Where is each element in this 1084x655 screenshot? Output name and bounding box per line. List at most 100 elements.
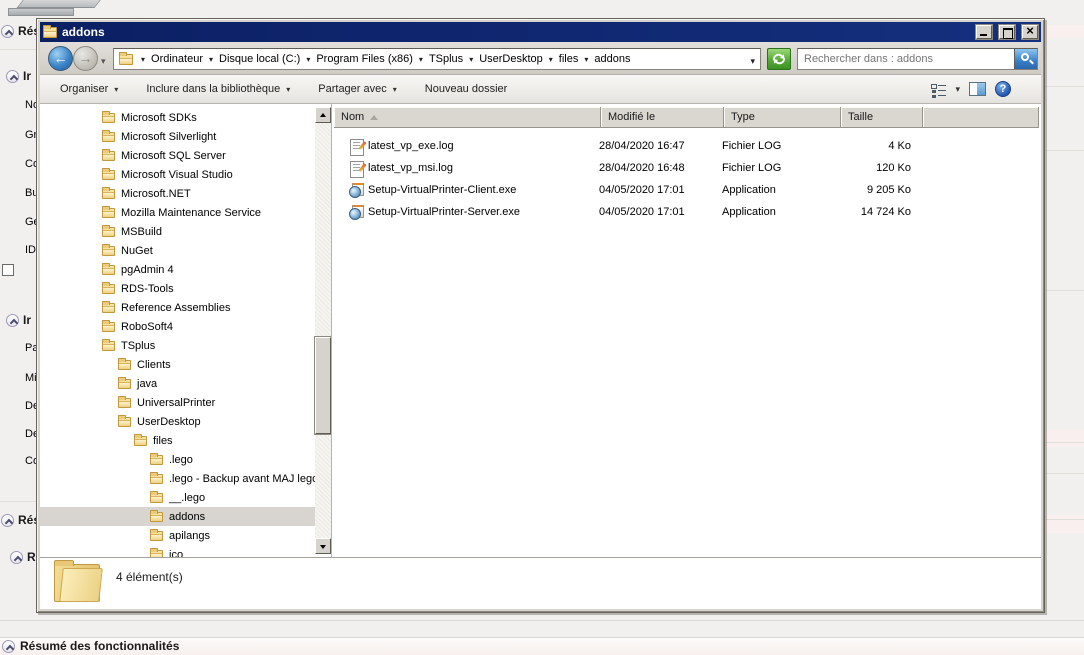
background-section-label: Résumé des fonctionnalités <box>20 639 179 653</box>
file-row[interactable]: latest_vp_exe.log 28/04/2020 16:47 Fichi… <box>334 135 1041 157</box>
tree-item[interactable]: Reference Assemblies <box>40 298 315 317</box>
tree-item[interactable]: MSBuild <box>40 222 315 241</box>
background-divider <box>1046 473 1084 474</box>
folder-icon <box>102 322 115 332</box>
window-titlebar[interactable]: addons <box>40 22 1041 42</box>
column-header[interactable]: Type <box>724 107 841 128</box>
breadcrumb-separator-icon[interactable] <box>203 53 219 65</box>
breadcrumb-segment[interactable]: TSplus <box>413 53 463 65</box>
tree-item[interactable]: files <box>40 431 315 450</box>
checkbox[interactable] <box>2 264 14 276</box>
close-button[interactable] <box>1022 25 1038 39</box>
toolbar-item[interactable]: Nouveau dossier <box>425 83 508 95</box>
file-row[interactable]: Setup-VirtualPrinter-Server.exe 04/05/20… <box>334 201 1041 223</box>
minimize-button[interactable] <box>976 25 992 39</box>
toolbar-item[interactable]: Organiser <box>60 83 118 95</box>
background-label: Co <box>25 455 36 467</box>
breadcrumb-separator-icon[interactable] <box>578 53 594 65</box>
toolbar-item[interactable]: Inclure dans la bibliothèque <box>146 83 290 95</box>
tree-item[interactable]: Microsoft SDKs <box>40 108 315 127</box>
search-input[interactable] <box>798 49 1014 69</box>
scrollbar-thumb[interactable] <box>315 337 331 434</box>
tree-item[interactable]: TSplus <box>40 336 315 355</box>
tree-item[interactable]: Microsoft Silverlight <box>40 127 315 146</box>
sort-ascending-icon <box>370 115 378 120</box>
breadcrumb-separator-icon[interactable] <box>543 53 559 65</box>
tree-item[interactable]: pgAdmin 4 <box>40 260 315 279</box>
background-label: Ir <box>6 69 31 83</box>
column-header[interactable]: Nom <box>334 107 601 128</box>
breadcrumb-segment[interactable]: files <box>543 53 579 65</box>
tree-item[interactable]: __.lego <box>40 488 315 507</box>
breadcrumb-segment[interactable]: Disque local (C:) <box>203 53 300 65</box>
background-divider <box>1046 519 1084 520</box>
recent-locations-dropdown[interactable] <box>101 55 111 63</box>
tree-item[interactable]: .lego - Backup avant MAJ lego ex <box>40 469 315 488</box>
tree-item[interactable]: apilangs <box>40 526 315 545</box>
folder-icon <box>102 341 115 351</box>
breadcrumb-separator-icon[interactable] <box>135 53 151 65</box>
views-dropdown-arrow-icon[interactable] <box>955 83 960 95</box>
navigation-pane: Microsoft SDKs Microsoft Silverlight Mic… <box>40 104 332 557</box>
breadcrumb[interactable]: Ordinateur Disque local (C:) Program Fil… <box>113 48 761 70</box>
file-name: Setup-VirtualPrinter-Server.exe <box>368 206 599 218</box>
maximize-button[interactable] <box>999 25 1015 39</box>
address-dropdown-arrow-icon[interactable] <box>750 56 755 67</box>
change-view-icon[interactable] <box>931 83 946 96</box>
tree-item[interactable]: .lego <box>40 450 315 469</box>
tree-item[interactable]: ico <box>40 545 315 557</box>
back-button[interactable] <box>48 46 73 71</box>
tree-item[interactable]: Microsoft SQL Server <box>40 146 315 165</box>
scroll-up-icon[interactable] <box>315 107 331 123</box>
toolbar-item[interactable]: Partager avec <box>318 83 397 95</box>
tree-item[interactable]: UniversalPrinter <box>40 393 315 412</box>
tree-item[interactable]: UserDesktop <box>40 412 315 431</box>
chevron-up-circle-icon[interactable] <box>6 70 19 83</box>
breadcrumb-segment[interactable]: Program Files (x86) <box>300 53 413 65</box>
file-row[interactable]: Setup-VirtualPrinter-Client.exe 04/05/20… <box>334 179 1041 201</box>
forward-button[interactable] <box>73 46 98 71</box>
chevron-up-circle-icon[interactable] <box>10 551 23 564</box>
scroll-down-icon[interactable] <box>315 538 331 554</box>
tree-item[interactable]: java <box>40 374 315 393</box>
refresh-button[interactable] <box>767 48 791 70</box>
folder-icon <box>102 246 115 256</box>
tree-scrollbar[interactable] <box>315 107 331 554</box>
tree-item[interactable]: RDS-Tools <box>40 279 315 298</box>
address-bar: Ordinateur Disque local (C:) Program Fil… <box>40 42 1041 75</box>
tree-item[interactable]: Microsoft.NET <box>40 184 315 203</box>
chevron-up-circle-icon[interactable] <box>1 514 14 527</box>
help-icon[interactable] <box>995 81 1011 97</box>
breadcrumb-separator-icon[interactable] <box>463 53 479 65</box>
file-modified-date: 04/05/2020 17:01 <box>599 184 722 196</box>
breadcrumb-separator-icon[interactable] <box>300 53 316 65</box>
breadcrumb-segment[interactable]: Ordinateur <box>135 53 203 65</box>
command-bar: Organiser Inclure dans la bibliothèque P… <box>40 75 1041 104</box>
chevron-up-circle-icon[interactable] <box>2 640 15 653</box>
folder-icon <box>118 360 131 370</box>
preview-pane-icon[interactable] <box>969 82 986 96</box>
background-label: Co <box>25 158 36 170</box>
chevron-up-circle-icon[interactable] <box>1 25 14 38</box>
breadcrumb-separator-icon[interactable] <box>413 53 429 65</box>
folder-icon <box>118 417 131 427</box>
tree-item[interactable]: RoboSoft4 <box>40 317 315 336</box>
column-header[interactable]: Taille <box>841 107 923 128</box>
search-button[interactable] <box>1014 49 1037 69</box>
tree-item[interactable]: Microsoft Visual Studio <box>40 165 315 184</box>
tree-item[interactable]: Clients <box>40 355 315 374</box>
column-header[interactable]: Modifié le <box>601 107 724 128</box>
file-size: 14 724 Ko <box>839 206 921 218</box>
log-file-icon <box>349 161 364 176</box>
tree-item[interactable]: addons <box>40 507 315 526</box>
column-header[interactable] <box>923 107 1039 128</box>
chevron-up-circle-icon[interactable] <box>6 314 19 327</box>
tree-item[interactable]: Mozilla Maintenance Service <box>40 203 315 222</box>
breadcrumb-segment[interactable]: UserDesktop <box>463 53 543 65</box>
tree-item[interactable]: NuGet <box>40 241 315 260</box>
background-divider <box>1046 290 1084 291</box>
folder-icon <box>102 265 115 275</box>
file-row[interactable]: latest_vp_msi.log 28/04/2020 16:48 Fichi… <box>334 157 1041 179</box>
breadcrumb-segment[interactable]: addons <box>578 53 630 65</box>
background-label: Mi <box>25 372 36 384</box>
